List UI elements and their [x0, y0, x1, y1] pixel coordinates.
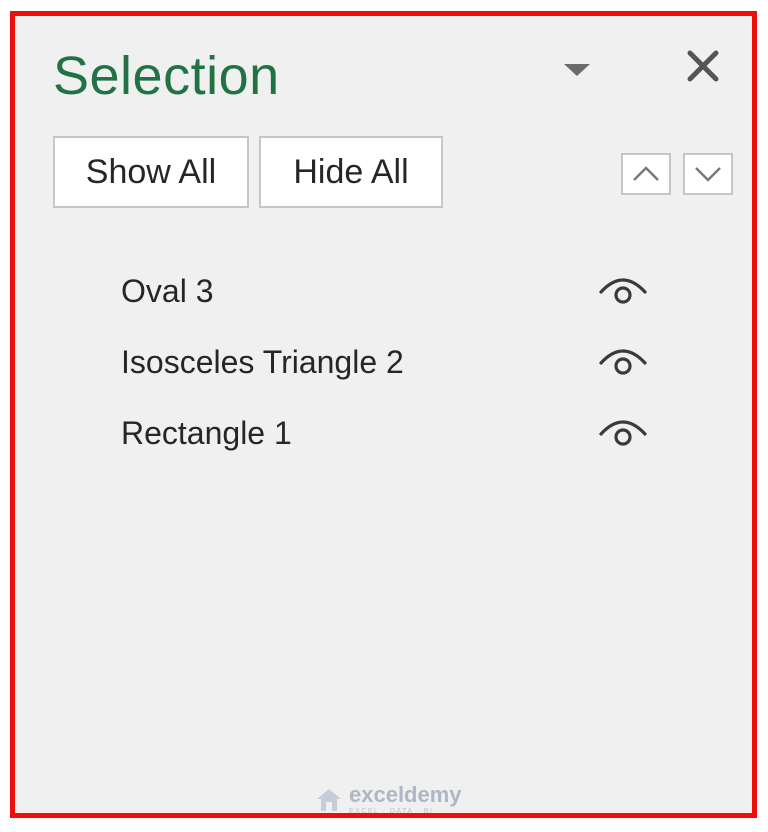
- selection-pane-highlight: Selection Show All Hide All Oval 3 Isosc…: [10, 11, 757, 818]
- eye-icon: [599, 420, 647, 446]
- object-name: Rectangle 1: [121, 415, 292, 451]
- close-button[interactable]: [685, 48, 721, 84]
- list-item[interactable]: Isosceles Triangle 2: [15, 327, 752, 398]
- exceldemy-logo-icon: [317, 788, 341, 811]
- visibility-toggle[interactable]: [597, 414, 649, 448]
- pane-options-button[interactable]: [562, 60, 592, 80]
- chevron-down-icon: [695, 167, 721, 182]
- visibility-toggle[interactable]: [597, 343, 649, 377]
- visibility-toggle[interactable]: [597, 272, 649, 306]
- send-backward-button[interactable]: [683, 153, 733, 195]
- hide-all-button[interactable]: Hide All: [259, 136, 443, 208]
- eye-icon: [599, 278, 647, 304]
- triangle-down-icon: [564, 64, 590, 76]
- object-list: Oval 3 Isosceles Triangle 2 Rectangle 1: [15, 256, 752, 469]
- pane-title: Selection: [53, 46, 280, 106]
- eye-icon: [599, 349, 647, 375]
- show-all-button[interactable]: Show All: [53, 136, 249, 208]
- watermark-tagline: EXCEL · DATA · BI: [349, 808, 434, 815]
- object-name: Oval 3: [121, 273, 214, 309]
- chevron-up-icon: [633, 166, 659, 181]
- list-item[interactable]: Rectangle 1: [15, 398, 752, 469]
- list-item[interactable]: Oval 3: [15, 256, 752, 327]
- close-icon: [687, 50, 719, 82]
- object-name: Isosceles Triangle 2: [121, 344, 404, 380]
- bring-forward-button[interactable]: [621, 153, 671, 195]
- watermark-logo: exceldemy EXCEL · DATA · BI: [315, 784, 462, 815]
- watermark-name: exceldemy: [349, 782, 462, 807]
